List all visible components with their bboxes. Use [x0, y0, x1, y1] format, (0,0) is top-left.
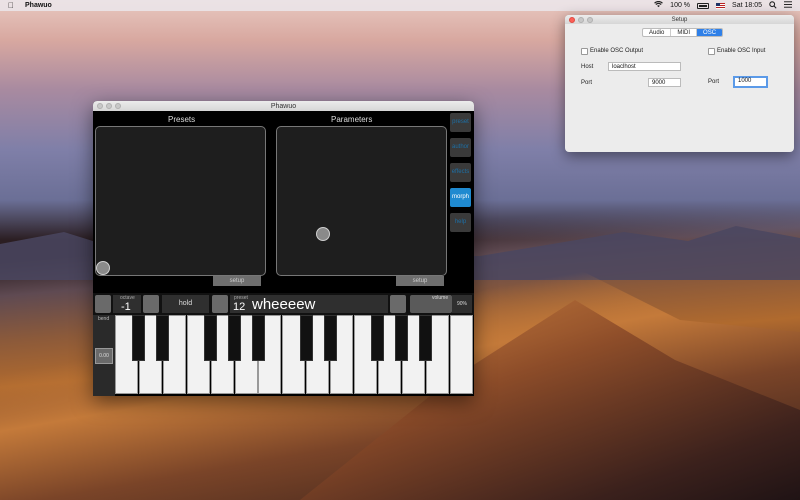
presets-title: Presets: [168, 115, 196, 124]
volume-label: volume: [432, 295, 449, 301]
parameters-pad[interactable]: [276, 126, 447, 276]
enable-osc-input-checkbox[interactable]: [708, 48, 715, 55]
presets-setup-button[interactable]: setup: [213, 276, 261, 286]
tab-osc[interactable]: OSC: [697, 29, 723, 36]
presets-pad[interactable]: [95, 126, 266, 276]
setup-titlebar[interactable]: Setup: [565, 15, 794, 24]
preset-number: 12: [233, 301, 246, 313]
status-area: 100 % Sat 18:05: [654, 0, 792, 11]
black-key[interactable]: [371, 315, 385, 361]
preset-name: wheeeew: [252, 296, 316, 313]
setup-title: Setup: [671, 16, 688, 23]
phawuo-titlebar[interactable]: Phawuo: [93, 101, 474, 111]
volume-slider[interactable]: volume: [410, 295, 452, 313]
input-port-label: Port: [708, 79, 720, 85]
enable-osc-output-checkbox[interactable]: [581, 48, 588, 55]
app-menu-name[interactable]: Phawuo: [25, 2, 52, 9]
battery-percent: 100 %: [670, 2, 691, 9]
black-key[interactable]: [323, 315, 337, 361]
host-field[interactable]: loaclhost: [608, 62, 681, 71]
setup-window-controls: [569, 17, 593, 23]
parameters-title: Parameters: [331, 115, 373, 124]
black-key[interactable]: [395, 315, 409, 361]
volume-value: 90%: [452, 295, 472, 313]
input-port-field[interactable]: 1000: [733, 76, 768, 88]
search-icon[interactable]: [769, 0, 777, 11]
setup-window: Setup Audio MIDI OSC Enable OSC Output E…: [565, 15, 794, 152]
white-key[interactable]: [449, 315, 473, 394]
parameters-setup-button[interactable]: setup: [396, 276, 444, 286]
preset-next-button[interactable]: [390, 295, 406, 313]
setup-zoom-button[interactable]: [587, 17, 593, 23]
side-button-preset[interactable]: preset: [450, 113, 471, 132]
enable-osc-input-label: Enable OSC Input: [717, 48, 766, 54]
output-port-label: Port: [581, 80, 593, 86]
octave-display: octave -1: [113, 295, 141, 313]
enable-osc-output-label: Enable OSC Output: [590, 48, 644, 54]
parameters-knob[interactable]: [316, 227, 330, 241]
list-icon[interactable]: [784, 1, 792, 10]
tab-midi[interactable]: MIDI: [671, 29, 698, 36]
black-key[interactable]: [228, 315, 241, 361]
octave-up-button[interactable]: [143, 295, 159, 313]
host-label: Host: [581, 64, 594, 70]
black-key[interactable]: [204, 315, 218, 361]
phawuo-window: Phawuo Presets Parameters setup setup pr…: [93, 101, 474, 396]
preset-display: preset 12 wheeeew: [230, 295, 388, 313]
setup-tabs: Audio MIDI OSC: [642, 28, 724, 37]
output-port-field[interactable]: 9000: [648, 78, 681, 87]
zoom-button[interactable]: [115, 103, 121, 109]
presets-knob[interactable]: [96, 261, 110, 275]
hold-button[interactable]: hold: [162, 295, 209, 313]
black-key[interactable]: [132, 315, 146, 361]
tab-audio[interactable]: Audio: [643, 29, 672, 36]
octave-down-button[interactable]: [95, 295, 111, 313]
side-button-help[interactable]: help: [450, 213, 471, 232]
setup-minimize-button[interactable]: [578, 17, 584, 23]
window-controls: [97, 103, 121, 109]
wifi-icon[interactable]: [654, 0, 664, 10]
battery-icon[interactable]: [697, 2, 710, 9]
minimize-button[interactable]: [106, 103, 112, 109]
black-key[interactable]: [419, 315, 433, 361]
flag-icon[interactable]: [716, 2, 726, 9]
black-key[interactable]: [156, 315, 170, 361]
preset-prev-button[interactable]: [212, 295, 228, 313]
apple-icon[interactable]: : [8, 1, 17, 10]
bend-label: bend: [98, 316, 110, 322]
window-title: Phawuo: [270, 102, 297, 110]
clock[interactable]: Sat 18:05: [732, 2, 762, 9]
black-key[interactable]: [251, 315, 265, 361]
side-button-author[interactable]: author: [450, 138, 471, 157]
octave-value: -1: [121, 301, 131, 313]
side-button-effects[interactable]: effects: [450, 163, 471, 182]
side-button-morph[interactable]: morph: [450, 188, 471, 207]
menu-bar:  Phawuo 100 % Sat 18:05: [0, 0, 800, 11]
piano-keyboard: [115, 315, 473, 395]
close-button[interactable]: [97, 103, 103, 109]
black-key[interactable]: [299, 315, 313, 361]
bend-value[interactable]: 0.00: [95, 348, 113, 364]
control-bar: octave -1 hold preset 12 wheeeew volume …: [93, 293, 474, 315]
setup-close-button[interactable]: [569, 17, 575, 23]
bend-strip[interactable]: bend 0.00: [93, 315, 115, 396]
